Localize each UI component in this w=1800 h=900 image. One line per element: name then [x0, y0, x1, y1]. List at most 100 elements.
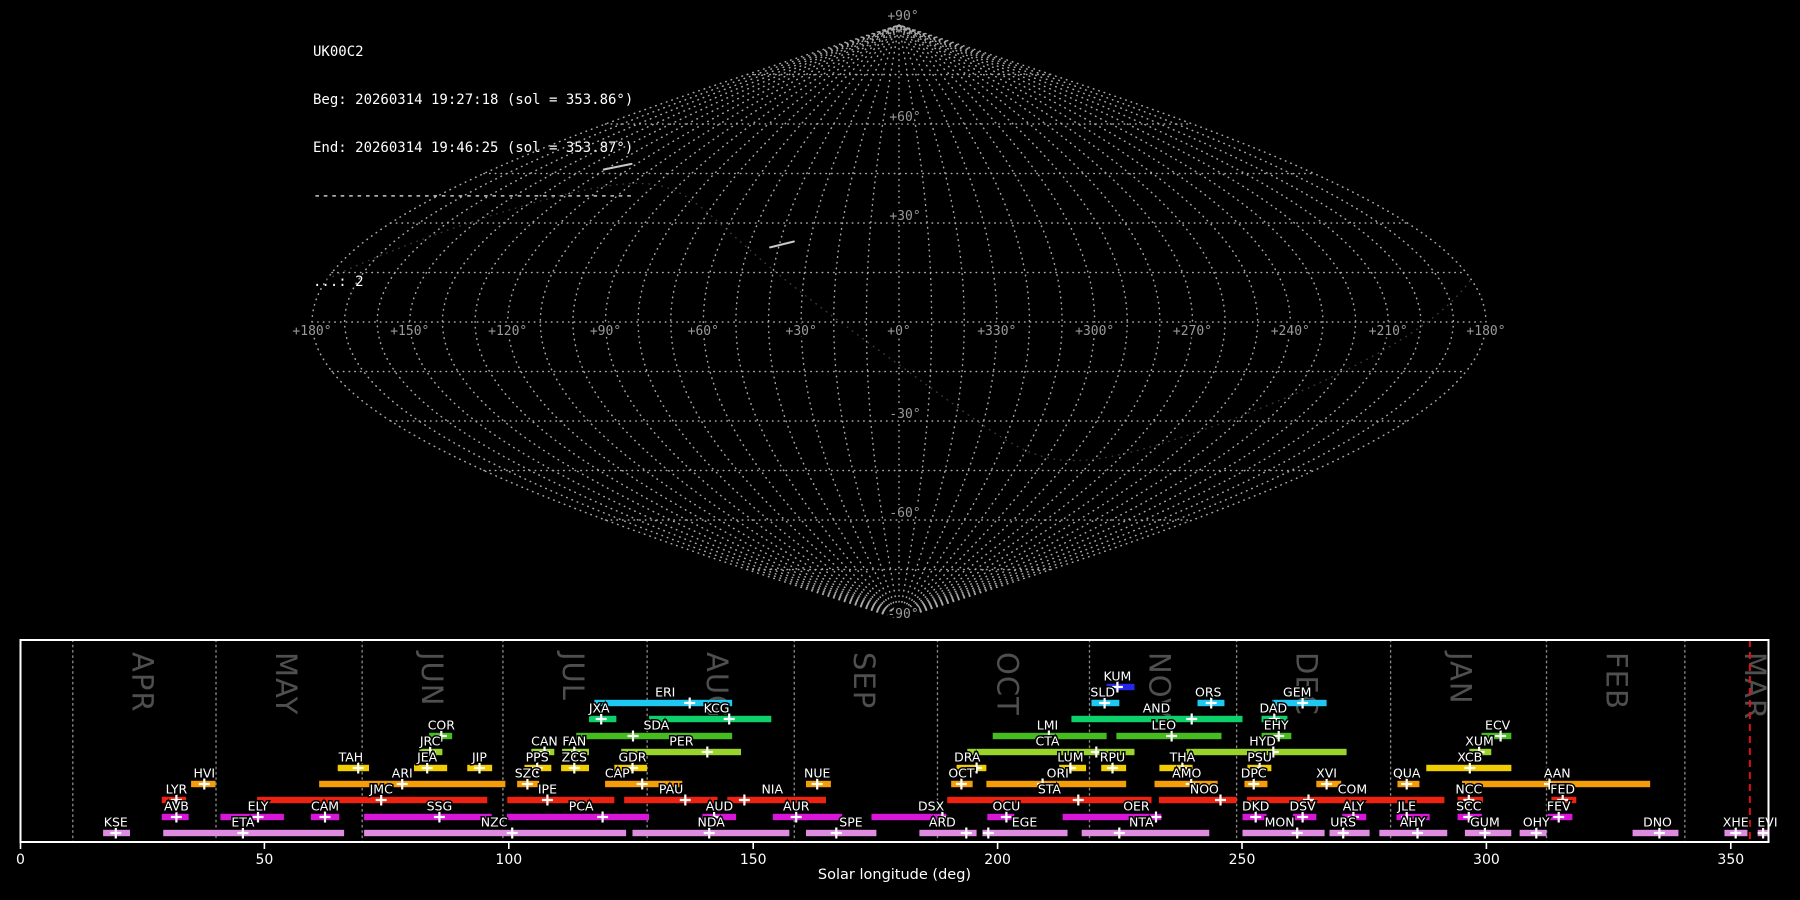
map-meridian — [735, 24, 900, 620]
shower-label-COR: COR — [428, 718, 456, 733]
map-longitude-label: +240° — [1271, 324, 1310, 339]
map-label-south-pole: -90° — [887, 607, 918, 622]
shower-bar-SDA — [576, 732, 733, 740]
month-label: MAY — [269, 652, 303, 715]
peak-marker-NIA — [738, 794, 750, 806]
map-meridian — [898, 24, 1259, 620]
shower-label-NZC: NZC — [481, 815, 508, 830]
map-longitude-label: +300° — [1075, 324, 1114, 339]
month-label: MAR — [1738, 652, 1772, 720]
peak-marker-STA — [1072, 794, 1084, 806]
shower-label-SDA: SDA — [643, 718, 669, 733]
map-meridian — [898, 24, 1422, 620]
map-longitude-label: +210° — [1369, 324, 1408, 339]
peak-marker-AND — [1186, 713, 1198, 725]
shower-label-STA: STA — [1038, 782, 1062, 797]
shower-label-JIP: JIP — [471, 750, 487, 765]
shower-label-GUM: GUM — [1470, 815, 1500, 830]
shower-label-GDR: GDR — [618, 750, 646, 765]
map-longitude-label: +30° — [786, 324, 817, 339]
shower-label-AVB: AVB — [164, 799, 189, 814]
shower-label-SSG: SSG — [427, 799, 453, 814]
map-label-north-pole: +90° — [887, 9, 918, 24]
map-meridian — [898, 24, 1226, 620]
x-tick-label: 200 — [984, 852, 1011, 868]
map-latitude-label: +30° — [889, 209, 920, 224]
shower-label-SZC: SZC — [515, 766, 540, 781]
peak-marker-ARD — [960, 827, 972, 839]
shower-label-JLE: JLE — [1396, 799, 1416, 814]
x-tick-label: 250 — [1229, 852, 1256, 868]
shower-label-URS: URS — [1330, 815, 1356, 830]
shower-label-AUR: AUR — [783, 799, 810, 814]
shower-label-ORI: ORI — [1047, 766, 1069, 781]
shower-label-PPS: PPS — [526, 750, 549, 765]
shower-bar-JMC — [257, 796, 488, 804]
shower-label-QUA: QUA — [1393, 766, 1421, 781]
shower-label-CAN: CAN — [531, 734, 558, 749]
shower-label-AND: AND — [1143, 701, 1171, 716]
shower-label-SCC: SCC — [1456, 799, 1482, 814]
shower-bar-STA — [947, 796, 1152, 804]
map-latitude-label: -60° — [889, 506, 920, 521]
shower-label-EGE: EGE — [1012, 815, 1038, 830]
shower-label-NIA: NIA — [761, 782, 783, 797]
peak-marker-EGE — [982, 827, 994, 839]
map-longitude-label: +90° — [590, 324, 621, 339]
month-label: FEB — [1599, 652, 1633, 710]
meteor-echo-streak — [602, 162, 633, 171]
peak-marker-SDA — [627, 730, 639, 742]
shower-label-LYR: LYR — [166, 782, 188, 797]
month-label: JAN — [1443, 650, 1477, 705]
shower-label-DPC: DPC — [1241, 766, 1267, 781]
shower-label-NCC: NCC — [1455, 782, 1482, 797]
sky-map: +90° -90° +60° +30° -30° -60° +180° +150° +120° +… — [290, 7, 1508, 625]
x-axis-title: Solar longitude (deg) — [818, 867, 971, 883]
map-meridian — [539, 24, 900, 620]
map-meridian — [572, 24, 900, 620]
x-tick-label: 100 — [495, 852, 522, 868]
shower-label-AHY: AHY — [1400, 815, 1426, 830]
peak-marker-CAP — [636, 778, 648, 790]
shower-bar-URS — [1329, 829, 1370, 837]
shower-label-HVI: HVI — [193, 766, 215, 781]
month-label: SEP — [847, 652, 881, 709]
shower-bar-SSG — [364, 813, 492, 821]
shower-label-EVI: EVI — [1757, 815, 1777, 830]
shower-label-FEV: FEV — [1547, 799, 1571, 814]
shower-label-FAN: FAN — [562, 734, 586, 749]
shower-label-IPE: IPE — [538, 782, 557, 797]
shower-label-SPE: SPE — [839, 815, 862, 830]
shower-label-PER: PER — [669, 734, 693, 749]
shower-label-XUM: XUM — [1465, 734, 1494, 749]
shower-label-ORS: ORS — [1195, 685, 1222, 700]
shower-label-PCA: PCA — [569, 799, 594, 814]
shower-label-ARD: ARD — [929, 815, 956, 830]
shower-label-OHY: OHY — [1523, 815, 1550, 830]
shower-label-DKD: DKD — [1242, 799, 1269, 814]
shower-label-JMC: JMC — [369, 782, 393, 797]
map-longitude-label: +0° — [887, 324, 910, 339]
shower-label-JXA: JXA — [588, 701, 610, 716]
month-label: JUN — [415, 650, 449, 706]
map-longitude-label: +180° — [1466, 324, 1505, 339]
peak-marker-PER — [701, 746, 713, 758]
shower-bar-PAU — [624, 796, 718, 804]
map-longitude-label: +270° — [1173, 324, 1212, 339]
map-meridian — [767, 24, 900, 620]
shower-label-JRC: JRC — [419, 734, 441, 749]
shower-label-ECV: ECV — [1485, 718, 1511, 733]
peak-marker-NTA — [1113, 827, 1125, 839]
shower-bar-MON — [1242, 829, 1325, 837]
shower-label-RPU: RPU — [1100, 750, 1125, 765]
shower-label-AUD: AUD — [706, 799, 733, 814]
map-meridian — [702, 24, 900, 620]
month-label: OCT — [990, 652, 1024, 716]
map-meridian — [898, 24, 1063, 620]
map-meridian — [898, 24, 1455, 620]
map-longitude-label: +330° — [977, 324, 1016, 339]
shower-label-CTA: CTA — [1035, 734, 1059, 749]
shower-label-LMI: LMI — [1037, 718, 1058, 733]
shower-label-KUM: KUM — [1103, 669, 1131, 684]
shower-bar-ARI — [319, 780, 506, 788]
